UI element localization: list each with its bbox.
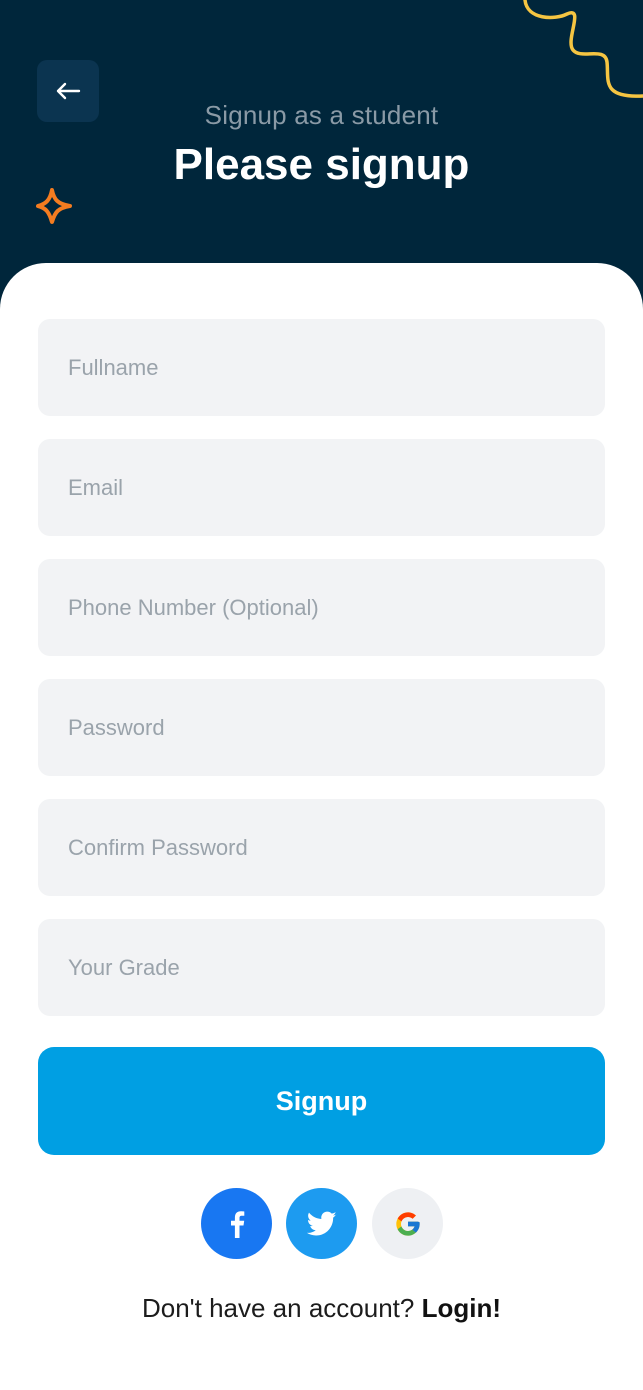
squiggle-decoration-icon	[523, 0, 643, 98]
signup-button[interactable]: Signup	[38, 1047, 605, 1155]
grade-field[interactable]	[38, 919, 605, 1016]
fullname-input[interactable]	[38, 319, 605, 416]
login-link[interactable]: Login!	[422, 1293, 501, 1323]
page-subtitle: Signup as a student	[204, 100, 439, 130]
page-title: Please signup	[173, 140, 470, 189]
facebook-icon	[230, 1210, 244, 1238]
facebook-login-button[interactable]	[201, 1188, 272, 1259]
grade-input[interactable]	[38, 919, 605, 1016]
login-prompt-text: Don't have an account?	[141, 1293, 415, 1323]
google-login-button[interactable]	[372, 1188, 443, 1259]
arrow-left-icon	[56, 82, 81, 100]
password-field[interactable]	[38, 679, 605, 776]
twitter-icon	[306, 1211, 336, 1235]
sparkle-decoration-icon	[36, 188, 72, 224]
login-prompt: Don't have an account? Login!	[0, 1293, 643, 1324]
phone-field[interactable]	[38, 559, 605, 656]
twitter-login-button[interactable]	[286, 1188, 357, 1259]
email-field[interactable]	[38, 439, 605, 536]
password-input[interactable]	[38, 679, 605, 776]
phone-input[interactable]	[38, 559, 605, 656]
confirm-password-field[interactable]	[38, 799, 605, 896]
confirm-password-input[interactable]	[38, 799, 605, 896]
fullname-field[interactable]	[38, 319, 605, 416]
google-icon	[395, 1211, 420, 1236]
email-input[interactable]	[38, 439, 605, 536]
